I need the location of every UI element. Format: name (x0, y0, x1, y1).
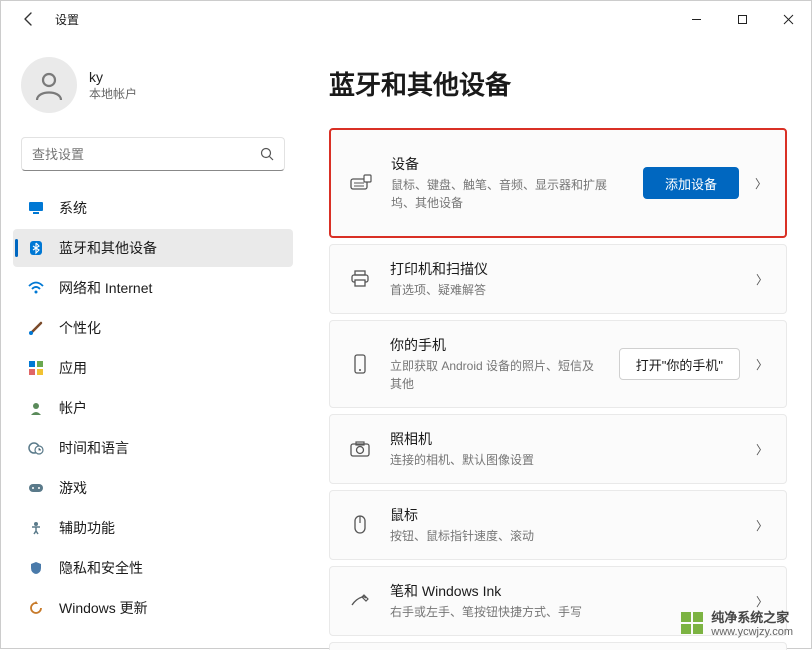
nav-list: 系统 蓝牙和其他设备 网络和 Internet 个性化 应用 帐户 时间和语言 … (13, 189, 293, 627)
nav-item-timelang[interactable]: 时间和语言 (13, 429, 293, 467)
nav-item-bluetooth[interactable]: 蓝牙和其他设备 (13, 229, 293, 267)
back-button[interactable] (9, 1, 49, 37)
search-box[interactable] (21, 137, 285, 171)
arrow-left-icon (21, 11, 37, 27)
card-texts: 照相机 连接的相机、默认图像设置 (390, 429, 734, 469)
card-subtitle: 按钮、鼠标指针速度、滚动 (390, 527, 734, 545)
nav-item-apps[interactable]: 应用 (13, 349, 293, 387)
card-title: 照相机 (390, 429, 734, 449)
nav-label: 系统 (59, 198, 87, 218)
card-title: 打印机和扫描仪 (390, 259, 734, 279)
accessibility-icon (27, 519, 45, 537)
nav-label: 帐户 (59, 398, 87, 418)
bluetooth-icon (27, 239, 45, 257)
chevron-right-icon: 〉 (755, 175, 767, 192)
nav-item-accessibility[interactable]: 辅助功能 (13, 509, 293, 547)
card-subtitle: 首选项、疑难解答 (390, 281, 734, 299)
user-name: ky (89, 69, 137, 85)
close-button[interactable] (765, 1, 811, 37)
chevron-right-icon: 〉 (756, 271, 768, 288)
brush-icon (27, 319, 45, 337)
card-title: 鼠标 (390, 505, 734, 525)
minimize-icon (691, 14, 702, 25)
minimize-button[interactable] (673, 1, 719, 37)
card-subtitle: 鼠标、键盘、触笔、音频、显示器和扩展坞、其他设备 (391, 176, 625, 212)
watermark: 纯净系统之家 www.ycwjzy.com (681, 607, 793, 638)
nav-item-update[interactable]: Windows 更新 (13, 589, 293, 627)
user-texts: ky 本地帐户 (89, 69, 137, 102)
card-mouse[interactable]: 鼠标 按钮、鼠标指针速度、滚动 〉 (329, 490, 787, 560)
card-title: 笔和 Windows Ink (390, 581, 734, 601)
card-texts: 鼠标 按钮、鼠标指针速度、滚动 (390, 505, 734, 545)
mouse-icon (348, 513, 372, 537)
watermark-brand: 纯净系统之家 (711, 607, 793, 626)
nav-label: Windows 更新 (59, 598, 148, 618)
page-title: 蓝牙和其他设备 (329, 65, 787, 102)
nav-label: 蓝牙和其他设备 (59, 238, 157, 258)
card-subtitle: 连接的相机、默认图像设置 (390, 451, 734, 469)
nav-label: 个性化 (59, 318, 101, 338)
maximize-button[interactable] (719, 1, 765, 37)
search-input[interactable] (32, 147, 260, 162)
chevron-right-icon: 〉 (756, 441, 768, 458)
keyboard-icon (349, 171, 373, 195)
pen-icon (348, 589, 372, 613)
card-subtitle: 立即获取 Android 设备的照片、短信及其他 (390, 357, 601, 393)
nav-label: 游戏 (59, 478, 87, 498)
window-title: 设置 (55, 11, 79, 28)
card-texts: 你的手机 立即获取 Android 设备的照片、短信及其他 (390, 335, 601, 393)
nav-item-personalization[interactable]: 个性化 (13, 309, 293, 347)
monitor-icon (27, 199, 45, 217)
chevron-right-icon: 〉 (756, 517, 768, 534)
watermark-logo-icon (681, 612, 703, 634)
nav-label: 网络和 Internet (59, 278, 152, 298)
card-devices[interactable]: 设备 鼠标、键盘、触笔、音频、显示器和扩展坞、其他设备 添加设备 〉 (329, 128, 787, 238)
card-camera[interactable]: 照相机 连接的相机、默认图像设置 〉 (329, 414, 787, 484)
card-action: 打开"你的手机" 〉 (619, 348, 772, 380)
globe-clock-icon (27, 439, 45, 457)
card-texts: 打印机和扫描仪 首选项、疑难解答 (390, 259, 734, 299)
account-icon (27, 399, 45, 417)
card-title: 你的手机 (390, 335, 601, 355)
camera-icon (348, 437, 372, 461)
nav-label: 应用 (59, 358, 87, 378)
person-icon (32, 68, 66, 102)
titlebar: 设置 (1, 1, 811, 37)
gamepad-icon (27, 479, 45, 497)
open-your-phone-button[interactable]: 打开"你的手机" (619, 348, 740, 380)
card-title: 设备 (391, 154, 625, 174)
search-icon (260, 147, 274, 161)
wifi-icon (27, 279, 45, 297)
window-controls (673, 1, 811, 37)
nav-item-privacy[interactable]: 隐私和安全性 (13, 549, 293, 587)
chevron-right-icon: 〉 (756, 356, 768, 373)
phone-icon (348, 352, 372, 376)
user-subtitle: 本地帐户 (89, 85, 137, 102)
maximize-icon (737, 14, 748, 25)
card-printers[interactable]: 打印机和扫描仪 首选项、疑难解答 〉 (329, 244, 787, 314)
shield-icon (27, 559, 45, 577)
nav-item-network[interactable]: 网络和 Internet (13, 269, 293, 307)
update-icon (27, 599, 45, 617)
add-device-button[interactable]: 添加设备 (643, 167, 739, 199)
nav-label: 辅助功能 (59, 518, 115, 538)
nav-label: 隐私和安全性 (59, 558, 143, 578)
nav-label: 时间和语言 (59, 438, 129, 458)
user-block[interactable]: ky 本地帐户 (13, 49, 293, 131)
printer-icon (348, 267, 372, 291)
card-phone[interactable]: 你的手机 立即获取 Android 设备的照片、短信及其他 打开"你的手机" 〉 (329, 320, 787, 408)
sidebar: ky 本地帐户 系统 蓝牙和其他设备 网络和 Internet 个性化 应用 帐… (1, 37, 301, 650)
card-texts: 设备 鼠标、键盘、触笔、音频、显示器和扩展坞、其他设备 (391, 154, 625, 212)
watermark-url: www.ycwjzy.com (711, 626, 793, 638)
close-icon (783, 14, 794, 25)
main-content: 蓝牙和其他设备 设备 鼠标、键盘、触笔、音频、显示器和扩展坞、其他设备 添加设备… (301, 37, 811, 650)
nav-item-system[interactable]: 系统 (13, 189, 293, 227)
avatar (21, 57, 77, 113)
card-list: 设备 鼠标、键盘、触笔、音频、显示器和扩展坞、其他设备 添加设备 〉 打印机和扫… (329, 128, 787, 650)
nav-item-accounts[interactable]: 帐户 (13, 389, 293, 427)
apps-icon (27, 359, 45, 377)
card-action: 添加设备 〉 (643, 167, 771, 199)
nav-item-gaming[interactable]: 游戏 (13, 469, 293, 507)
watermark-texts: 纯净系统之家 www.ycwjzy.com (711, 607, 793, 638)
